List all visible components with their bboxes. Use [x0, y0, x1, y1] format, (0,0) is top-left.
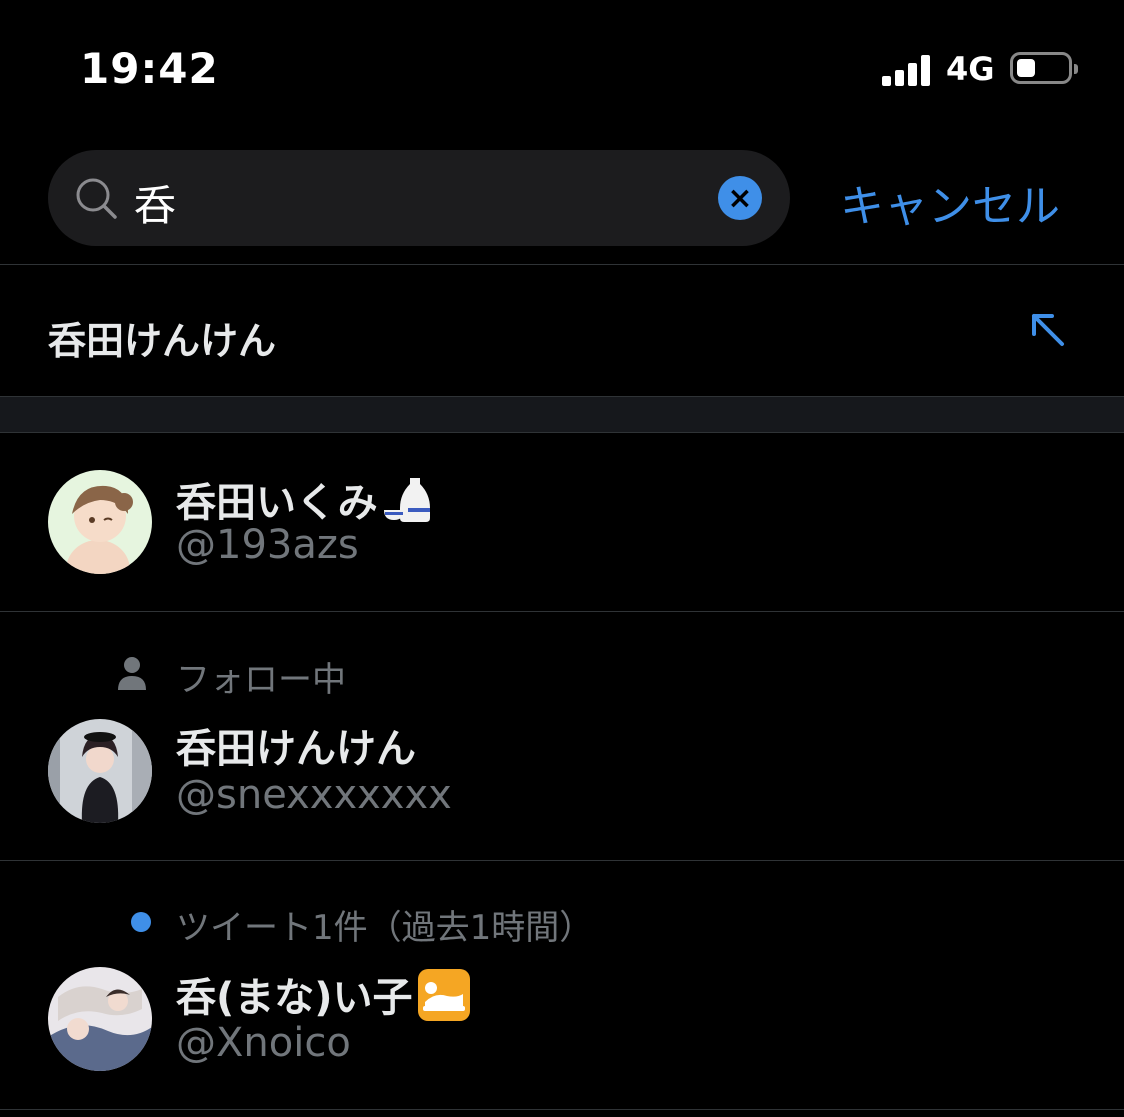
search-input[interactable]: 呑 × — [48, 150, 790, 246]
network-type: 4G — [946, 50, 995, 88]
cancel-button[interactable]: キャンセル — [840, 170, 1060, 234]
user-handle: @snexxxxxxx — [176, 772, 452, 818]
status-bar: 19:42 4G — [0, 0, 1124, 140]
avatar — [48, 967, 152, 1071]
clear-search-button[interactable]: × — [718, 176, 762, 220]
recent-tweets-label: ツイート1件（過去1時間） — [176, 908, 594, 948]
divider — [0, 264, 1124, 265]
person-icon — [118, 657, 146, 690]
section-separator — [0, 397, 1124, 432]
close-icon: × — [727, 180, 753, 216]
following-label: フォロー中 — [176, 660, 346, 700]
signal-icon — [882, 54, 934, 86]
status-time: 19:42 — [80, 44, 219, 93]
battery-icon — [1010, 52, 1078, 84]
user-handle: @193azs — [176, 522, 359, 568]
divider — [0, 611, 1124, 612]
user-name-text: 呑田いくみ — [176, 480, 378, 526]
divider — [0, 396, 1124, 397]
divider — [0, 1109, 1124, 1110]
search-icon — [76, 178, 117, 219]
suggestion-text: 呑田けんけん — [48, 319, 277, 363]
fill-query-arrow-icon[interactable] — [1028, 310, 1068, 350]
user-handle: @Xnoico — [176, 1020, 351, 1066]
divider — [0, 860, 1124, 861]
avatar — [48, 719, 152, 823]
user-name-text: 呑(まな)い子 — [176, 975, 413, 1021]
sake-icon — [382, 474, 434, 536]
search-suggestion[interactable]: 呑田けんけん — [0, 266, 1124, 396]
avatar — [48, 470, 152, 574]
blue-dot-icon — [131, 912, 151, 932]
user-name: 呑田けんけん — [176, 726, 416, 772]
search-query[interactable]: 呑 — [134, 172, 176, 233]
sleeping-person-icon — [417, 968, 471, 1032]
divider — [0, 432, 1124, 433]
